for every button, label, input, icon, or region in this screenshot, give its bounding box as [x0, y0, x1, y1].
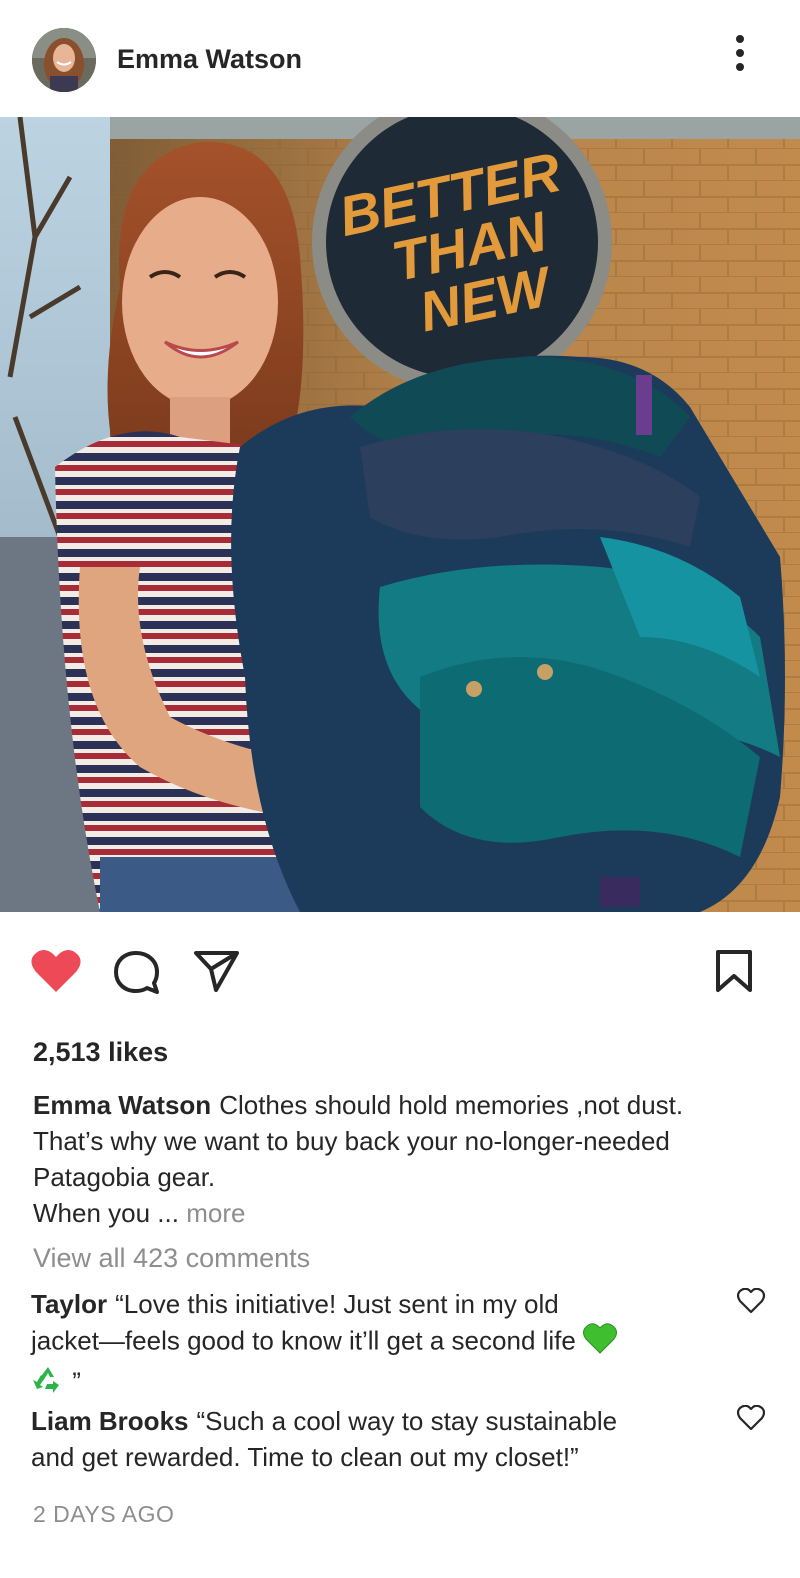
- avatar[interactable]: [32, 28, 96, 92]
- caption-line-4: When you ...: [33, 1198, 179, 1228]
- comment-like-heart-icon[interactable]: [736, 1404, 766, 1431]
- caption-line-2: That’s why we want to buy back your no-l…: [33, 1126, 670, 1156]
- comment-text: ”: [72, 1366, 81, 1397]
- more-options-icon[interactable]: [726, 34, 754, 74]
- comment-item: Taylor “Love this initiative! Just sent i…: [31, 1286, 721, 1404]
- post-username[interactable]: Emma Watson: [117, 44, 302, 75]
- post-actions: [0, 912, 800, 1032]
- save-bookmark-icon[interactable]: [714, 949, 754, 993]
- post-header: Emma Watson: [0, 0, 800, 117]
- comment-username[interactable]: Liam Brooks: [31, 1406, 189, 1436]
- post-caption: Emma Watson Clothes should hold memories …: [33, 1087, 773, 1231]
- caption-more-link[interactable]: more: [186, 1198, 245, 1228]
- caption-line-1: Clothes should hold memories ,not dust.: [219, 1090, 684, 1120]
- caption-username[interactable]: Emma Watson: [33, 1090, 211, 1120]
- comment-item: Liam Brooks “Such a cool way to stay sust…: [31, 1403, 721, 1475]
- comment-text: “Love this initiative! Just sent in my o…: [115, 1289, 559, 1319]
- post-photo[interactable]: BETTER THAN NEW: [0, 117, 800, 912]
- comment-text: jacket—feels good to know it’ll get a se…: [31, 1325, 576, 1356]
- comment-text: and get rewarded. Time to clean out my c…: [31, 1442, 579, 1472]
- comment-text: “Such a cool way to stay sustainable: [196, 1406, 618, 1436]
- comment-like-heart-icon[interactable]: [736, 1287, 766, 1314]
- recycle-emoji: [31, 1363, 65, 1404]
- post-timestamp: 2 DAYS AGO: [33, 1501, 175, 1527]
- share-paper-plane-icon[interactable]: [192, 949, 240, 993]
- like-heart-icon[interactable]: [30, 948, 82, 994]
- caption-line-3: Patagobia gear.: [33, 1162, 216, 1192]
- comment-bubble-icon[interactable]: [112, 949, 162, 997]
- comment-username[interactable]: Taylor: [31, 1289, 107, 1319]
- green-heart-emoji: [583, 1322, 618, 1363]
- view-all-comments-link[interactable]: View all 423 comments: [33, 1243, 310, 1274]
- likes-count[interactable]: 2,513 likes: [33, 1037, 168, 1068]
- avatar-image: [32, 28, 96, 92]
